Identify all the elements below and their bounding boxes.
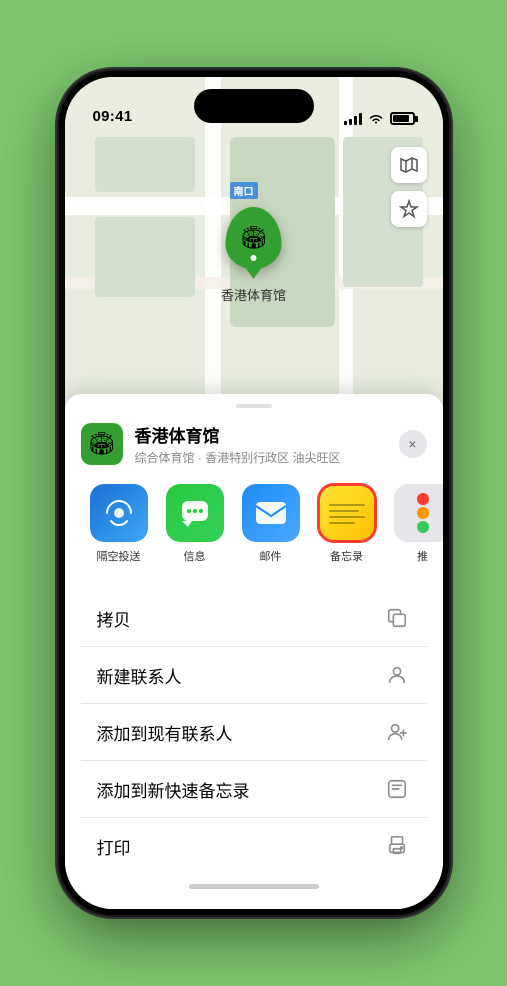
share-item-mail[interactable]: 邮件 <box>233 484 309 564</box>
action-add-existing-label: 添加到现有联系人 <box>97 720 233 745</box>
action-print-label: 打印 <box>97 834 131 859</box>
action-copy[interactable]: 拷贝 <box>81 590 427 646</box>
map-controls <box>391 147 427 235</box>
venue-info: 香港体育馆 综合体育馆 · 香港特别行政区 油尖旺区 <box>135 422 387 466</box>
pin-icon: 🏟 <box>225 207 281 269</box>
location-button[interactable] <box>391 191 427 227</box>
copy-icon <box>383 604 411 632</box>
pin-stadium-icon: 🏟 <box>240 225 268 251</box>
dynamic-island <box>194 89 314 123</box>
signal-icon <box>344 113 362 125</box>
notes-icon[interactable] <box>318 484 376 542</box>
status-time: 09:41 <box>93 108 133 125</box>
battery-icon <box>390 112 415 125</box>
action-copy-label: 拷贝 <box>97 606 131 631</box>
more-label: 推 <box>417 548 428 564</box>
more-icon[interactable] <box>394 484 443 542</box>
venue-icon: 🏟 <box>81 423 123 465</box>
share-item-airdrop[interactable]: 隔空投送 <box>81 484 157 564</box>
bottom-sheet: 🏟 香港体育馆 综合体育馆 · 香港特别行政区 油尖旺区 × <box>65 394 443 909</box>
venue-name: 香港体育馆 <box>135 422 387 447</box>
messages-label: 信息 <box>184 548 206 564</box>
status-icons <box>344 112 415 125</box>
map-label: 南口 <box>230 182 258 199</box>
action-list: 拷贝 新建联系人 <box>81 590 427 874</box>
action-add-notes[interactable]: 添加到新快速备忘录 <box>81 760 427 817</box>
share-item-more[interactable]: 推 <box>385 484 443 564</box>
airdrop-label: 隔空投送 <box>97 548 141 564</box>
share-row: 隔空投送 信息 <box>65 476 443 580</box>
phone-frame: 南口 🏟 <box>59 71 449 915</box>
airdrop-icon[interactable] <box>90 484 148 542</box>
venue-desc: 综合体育馆 · 香港特别行政区 油尖旺区 <box>135 449 387 466</box>
action-add-existing[interactable]: 添加到现有联系人 <box>81 703 427 760</box>
color-dots <box>417 493 429 533</box>
action-add-notes-label: 添加到新快速备忘录 <box>97 777 250 802</box>
notes-label: 备忘录 <box>330 548 363 564</box>
person-icon <box>383 661 411 689</box>
close-button[interactable]: × <box>399 430 427 458</box>
wifi-icon <box>368 113 384 125</box>
map-block <box>95 137 195 192</box>
share-item-notes[interactable]: 备忘录 <box>309 484 385 564</box>
notes-lines <box>329 504 365 524</box>
pin-dot <box>250 255 256 261</box>
mail-label: 邮件 <box>260 548 282 564</box>
action-new-contact-label: 新建联系人 <box>97 663 182 688</box>
action-new-contact[interactable]: 新建联系人 <box>81 646 427 703</box>
share-item-messages[interactable]: 信息 <box>157 484 233 564</box>
messages-icon[interactable] <box>166 484 224 542</box>
pin-label: 香港体育馆 <box>221 285 286 304</box>
notes-add-icon <box>383 775 411 803</box>
mail-icon[interactable] <box>242 484 300 542</box>
home-indicator <box>189 884 319 889</box>
print-icon <box>383 832 411 860</box>
sheet-header: 🏟 香港体育馆 综合体育馆 · 香港特别行政区 油尖旺区 × <box>65 408 443 476</box>
location-pin: 🏟 香港体育馆 <box>221 207 286 304</box>
action-print[interactable]: 打印 <box>81 817 427 874</box>
map-label-box: 南口 <box>230 182 258 199</box>
map-block <box>95 217 195 297</box>
phone-screen: 南口 🏟 <box>65 77 443 909</box>
map-type-button[interactable] <box>391 147 427 183</box>
person-add-icon <box>383 718 411 746</box>
